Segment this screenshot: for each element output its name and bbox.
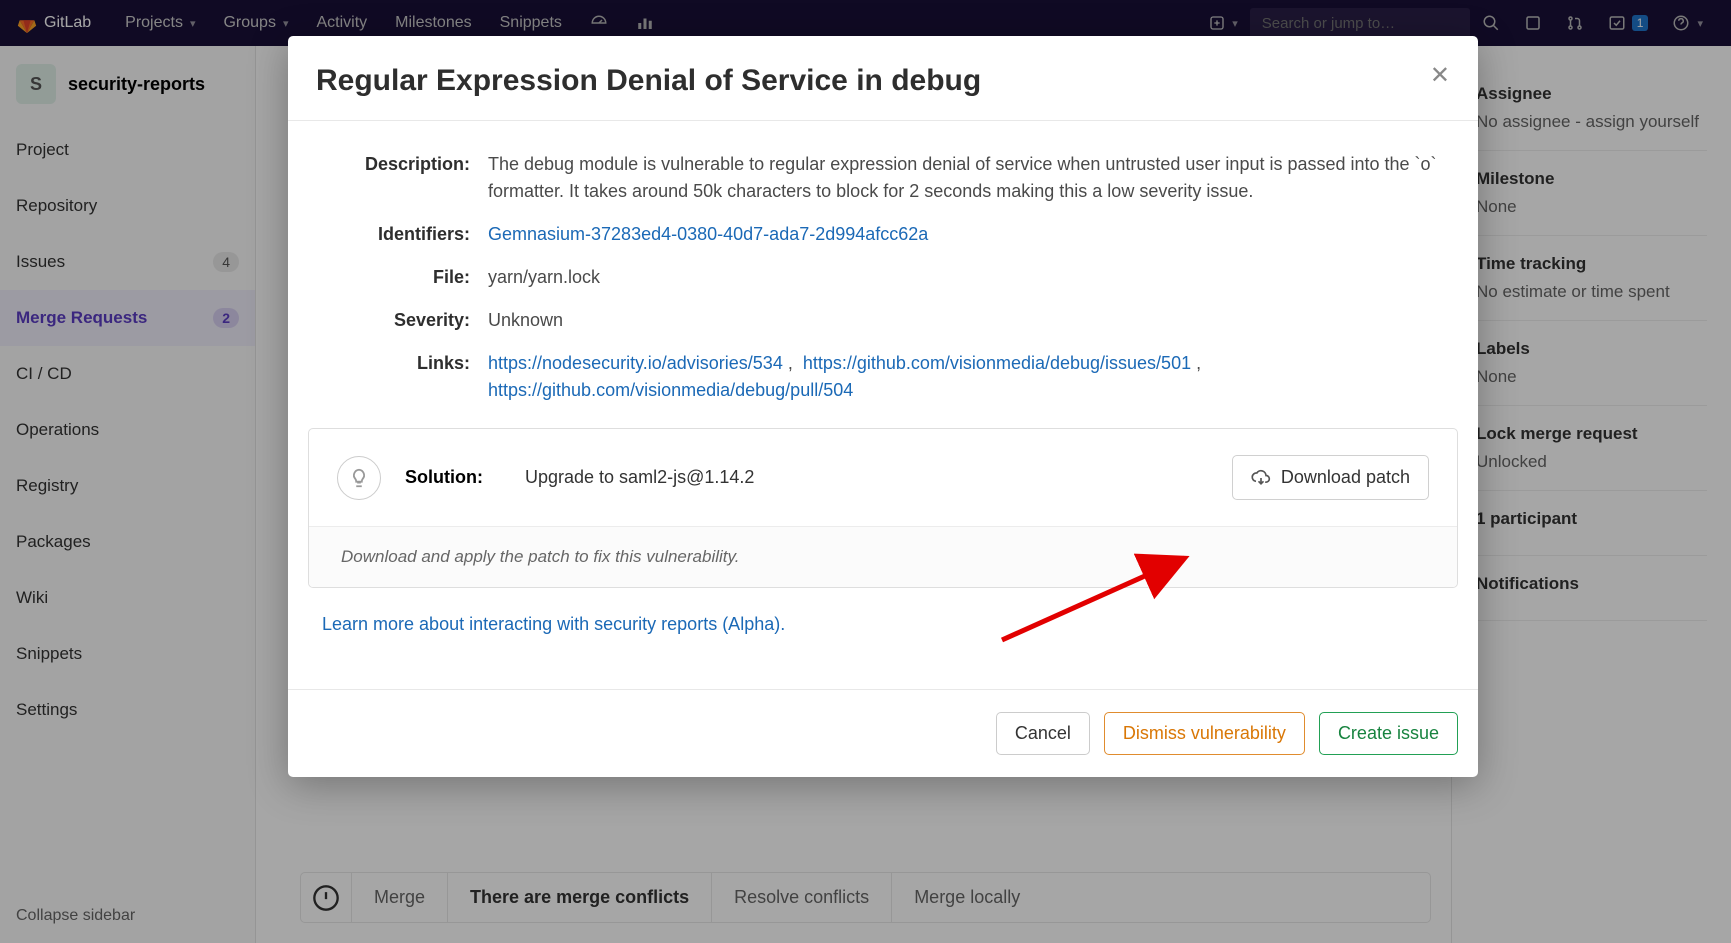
solution-value: Upgrade to saml2-js@1.14.2 [525, 467, 1208, 488]
learn-more-link[interactable]: Learn more about interacting with securi… [322, 614, 785, 634]
download-patch-button[interactable]: Download patch [1232, 455, 1429, 500]
identifiers-label: Identifiers: [308, 221, 488, 248]
solution-note: Download and apply the patch to fix this… [309, 526, 1457, 587]
file-value: yarn/yarn.lock [488, 264, 1458, 291]
cancel-button[interactable]: Cancel [996, 712, 1090, 755]
create-issue-button[interactable]: Create issue [1319, 712, 1458, 755]
description-label: Description: [308, 151, 488, 205]
vulnerability-modal: Regular Expression Denial of Service in … [288, 36, 1478, 777]
vuln-link-3[interactable]: https://github.com/visionmedia/debug/pul… [488, 380, 853, 400]
modal-title: Regular Expression Denial of Service in … [316, 64, 981, 98]
vuln-link-1[interactable]: https://nodesecurity.io/advisories/534 [488, 353, 783, 373]
lightbulb-icon [337, 456, 381, 500]
severity-label: Severity: [308, 307, 488, 334]
dismiss-vulnerability-button[interactable]: Dismiss vulnerability [1104, 712, 1305, 755]
solution-label: Solution: [405, 467, 501, 488]
file-label: File: [308, 264, 488, 291]
close-icon[interactable]: ✕ [1430, 64, 1450, 88]
solution-card: Solution: Upgrade to saml2-js@1.14.2 Dow… [308, 428, 1458, 588]
identifier-link[interactable]: Gemnasium-37283ed4-0380-40d7-ada7-2d994a… [488, 224, 928, 244]
severity-value: Unknown [488, 307, 1458, 334]
description-value: The debug module is vulnerable to regula… [488, 151, 1458, 205]
links-label: Links: [308, 350, 488, 404]
download-icon [1251, 468, 1271, 488]
vuln-link-2[interactable]: https://github.com/visionmedia/debug/iss… [803, 353, 1191, 373]
